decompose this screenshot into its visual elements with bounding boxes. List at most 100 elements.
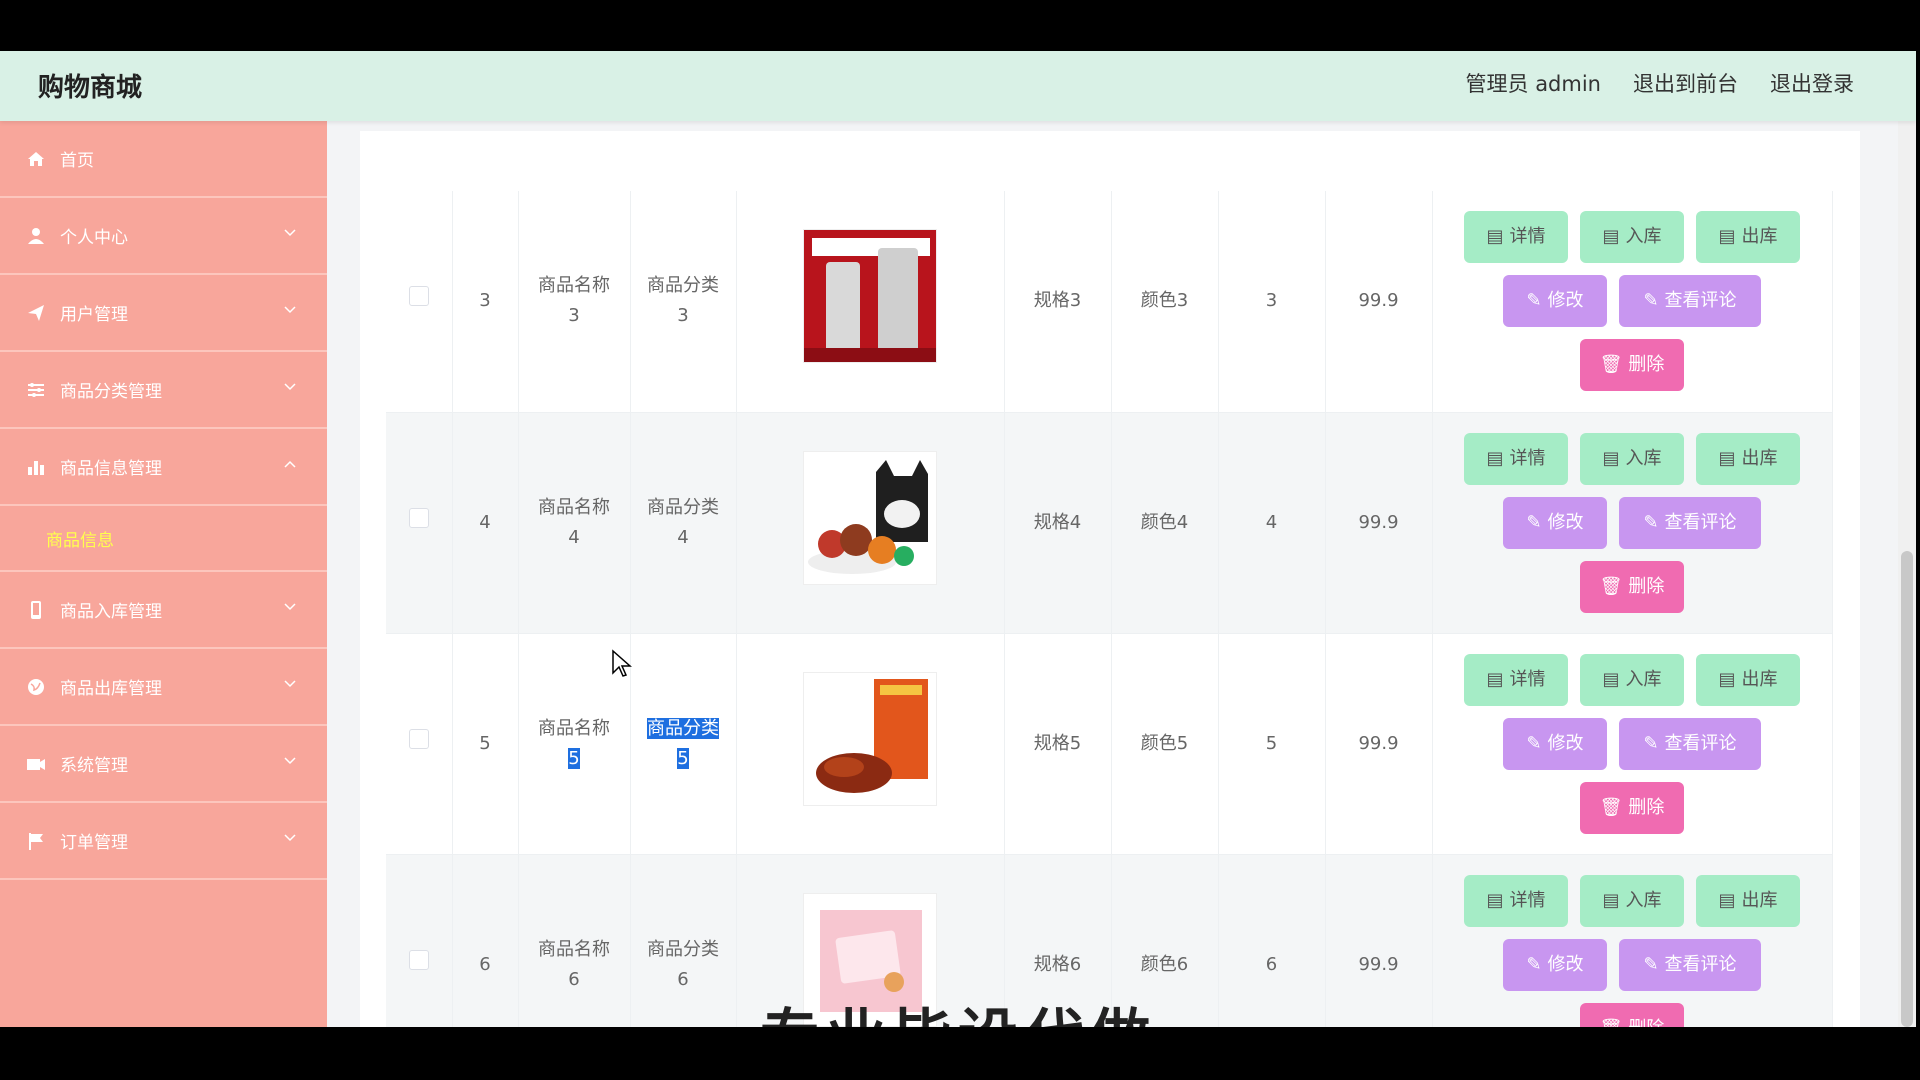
chevron-down-icon (284, 680, 296, 688)
edit-button-label: 修改 (1547, 953, 1584, 975)
delete-button[interactable]: 🗑删除 (1580, 339, 1684, 392)
product-category-line2: 4 (677, 526, 689, 548)
delete-button[interactable]: 🗑删除 (1580, 560, 1684, 613)
product-name: 商品名称 5 (519, 714, 630, 774)
sidebar-item-stock-in-management[interactable]: 商品入库管理 (0, 572, 327, 649)
stock-out-button[interactable]: ▤ 出库 (1696, 432, 1800, 485)
product-spec: 规格5 (1004, 633, 1112, 855)
edit-button-label: 修改 (1547, 290, 1584, 312)
sidebar-item-user-management[interactable]: 用户管理 (0, 275, 327, 352)
watermark-text: 专业毕设代做 (760, 989, 1156, 1027)
row-index: 5 (452, 633, 519, 855)
product-category-line1: 商品分类 (647, 938, 719, 960)
sidebar-item-label: 订单管理 (60, 833, 128, 853)
view-comments-button[interactable]: ✎ 查看评论 (1619, 496, 1761, 549)
stock-in-button[interactable]: ▤ 入库 (1580, 653, 1684, 706)
document-icon: ▤ (1602, 447, 1620, 469)
vertical-scrollbar[interactable] (1898, 121, 1916, 1027)
edit-button[interactable]: ✎ 修改 (1503, 717, 1607, 770)
admin-label: 管理员 admin (1465, 72, 1601, 96)
sidebar-item-home[interactable]: 首页 (0, 121, 327, 198)
edit-button[interactable]: ✎ 修改 (1503, 938, 1607, 991)
stock-out-button-label: 出库 (1741, 447, 1778, 469)
product-image-snacks-cat (803, 450, 937, 585)
view-comments-button[interactable]: ✎ 查看评论 (1619, 275, 1761, 328)
row-index: 4 (452, 412, 519, 634)
product-name-line1: 商品名称 (538, 496, 610, 518)
delete-button-label: 删除 (1628, 354, 1665, 376)
detail-button-label: 详情 (1509, 889, 1546, 911)
sidebar-subitem-product-info[interactable]: 商品信息 (0, 506, 327, 572)
product-quantity: 6 (1218, 854, 1326, 1027)
top-header: 购物商城 管理员 admin 退出到前台 退出登录 (0, 51, 1916, 121)
row-checkbox[interactable] (408, 949, 429, 970)
product-price: 99.9 (1325, 854, 1433, 1027)
stock-out-button[interactable]: ▤ 出库 (1696, 874, 1800, 927)
view-comments-button-label: 查看评论 (1664, 953, 1737, 975)
detail-button[interactable]: ▤ 详情 (1464, 211, 1568, 264)
row-checkbox[interactable] (408, 728, 429, 749)
detail-button[interactable]: ▤ 详情 (1464, 874, 1568, 927)
document-icon: ▤ (1486, 447, 1504, 469)
sidebar-item-label: 商品信息管理 (60, 459, 162, 479)
product-category: 商品分类 3 (631, 271, 736, 331)
stock-in-button[interactable]: ▤ 入库 (1580, 211, 1684, 264)
delete-button-label: 删除 (1628, 796, 1665, 818)
exit-to-front-link[interactable]: 退出到前台 (1633, 68, 1738, 98)
product-category-line1: 商品分类 (647, 275, 719, 297)
scrollbar-thumb[interactable] (1901, 551, 1913, 1027)
view-comments-button[interactable]: ✎ 查看评论 (1619, 938, 1761, 991)
delete-button[interactable]: 🗑删除 (1580, 1002, 1684, 1027)
sidebar-item-category-management[interactable]: 商品分类管理 (0, 352, 327, 429)
row-checkbox[interactable] (408, 286, 429, 307)
app-window: 购物商城 管理员 admin 退出到前台 退出登录 首页 个人中心 用户管理 商… (0, 51, 1916, 1027)
stock-out-button-label: 出库 (1741, 889, 1778, 911)
pencil-icon: ✎ (1643, 732, 1659, 754)
detail-button[interactable]: ▤ 详情 (1464, 432, 1568, 485)
chevron-down-icon (284, 306, 296, 314)
sidebar-item-personal-center[interactable]: 个人中心 (0, 198, 327, 275)
stock-out-button[interactable]: ▤ 出库 (1696, 211, 1800, 264)
chevron-down-icon (284, 603, 296, 611)
chevron-down-icon (284, 229, 296, 237)
sidebar-item-system-management[interactable]: 系统管理 (0, 726, 327, 803)
product-category: 商品分类 4 (631, 493, 736, 553)
sidebar-item-label: 系统管理 (60, 756, 128, 776)
view-comments-button-label: 查看评论 (1664, 290, 1737, 312)
document-icon: ▤ (1718, 447, 1736, 469)
document-icon: ▤ (1718, 668, 1736, 690)
sidebar-item-stock-out-management[interactable]: 商品出库管理 (0, 649, 327, 726)
document-icon: ▤ (1602, 889, 1620, 911)
view-comments-button[interactable]: ✎ 查看评论 (1619, 717, 1761, 770)
document-icon: ▤ (1718, 889, 1736, 911)
row-checkbox[interactable] (408, 507, 429, 528)
sidebar-item-label: 个人中心 (60, 228, 128, 248)
row-index: 3 (452, 191, 519, 413)
sidebar-item-order-management[interactable]: 订单管理 (0, 803, 327, 880)
document-icon: ▤ (1602, 668, 1620, 690)
delete-button[interactable]: 🗑删除 (1580, 781, 1684, 834)
logout-link[interactable]: 退出登录 (1770, 68, 1854, 98)
product-color: 颜色5 (1111, 633, 1219, 855)
stock-in-button[interactable]: ▤ 入库 (1580, 432, 1684, 485)
chevron-down-icon (284, 834, 296, 842)
product-spec: 规格4 (1004, 412, 1112, 634)
product-quantity: 3 (1218, 191, 1326, 413)
stock-out-button[interactable]: ▤ 出库 (1696, 653, 1800, 706)
content-panel: 3 商品名称 3 商品分类 3 规格3 颜色3 3 99.9 ▤ 详情 ▤ 入库… (360, 131, 1860, 1027)
stock-in-button[interactable]: ▤ 入库 (1580, 874, 1684, 927)
detail-button[interactable]: ▤ 详情 (1464, 653, 1568, 706)
camera-icon (26, 754, 46, 774)
sidebar-item-product-info-management[interactable]: 商品信息管理 (0, 429, 327, 506)
flag-icon (26, 831, 46, 851)
edit-button[interactable]: ✎ 修改 (1503, 275, 1607, 328)
sliders-icon (26, 380, 46, 400)
product-price: 99.9 (1325, 412, 1433, 634)
table-row: 4 商品名称 4 商品分类 4 规格4 颜色4 4 99.9 ▤ 详情 ▤ 入库… (386, 412, 1833, 634)
pencil-icon: ✎ (1526, 511, 1542, 533)
stock-out-button-label: 出库 (1741, 668, 1778, 690)
sidebar-item-label: 商品入库管理 (60, 602, 162, 622)
pencil-icon: ✎ (1526, 290, 1542, 312)
user-icon (26, 226, 46, 246)
edit-button[interactable]: ✎ 修改 (1503, 496, 1607, 549)
